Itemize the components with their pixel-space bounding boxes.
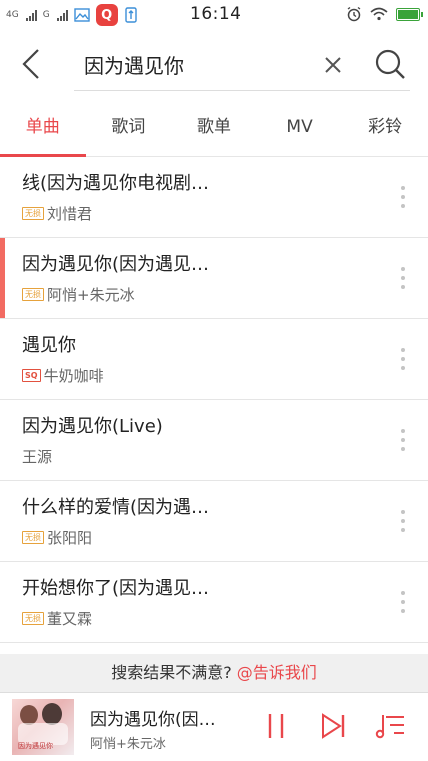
status-left: 4G G Q [6, 4, 138, 26]
song-row[interactable]: 因为遇见你(Live) 王源 [0, 400, 428, 481]
song-artist: 董又霖 [47, 610, 93, 628]
search-query[interactable]: 因为遇见你 [84, 50, 184, 79]
album-cover[interactable]: 因为遇见你 [12, 699, 74, 755]
now-playing-title: 因为遇见你(因… [90, 710, 216, 730]
cover-text: 因为遇见你 [18, 742, 53, 750]
sq-badge: SQ [22, 369, 41, 382]
more-dots-icon[interactable] [400, 429, 406, 451]
status-right [346, 6, 423, 22]
signal-icon-2 [56, 9, 68, 21]
tab-singles[interactable]: 单曲 [0, 102, 86, 157]
app-notification-icon: Q [95, 4, 118, 26]
more-dots-icon[interactable] [400, 591, 406, 613]
artist-line: 无损 阿悄+朱元冰 [22, 284, 135, 305]
clear-x-icon[interactable] [318, 50, 348, 80]
result-tabs: 单曲 歌词 歌单 MV 彩铃 [0, 102, 428, 157]
tab-ringtones[interactable]: 彩铃 [342, 102, 428, 156]
more-dots-icon[interactable] [400, 348, 406, 370]
feedback-prompt: 搜索结果不满意? [111, 663, 232, 682]
song-artist: 牛奶咖啡 [43, 367, 104, 385]
song-artist: 阿悄+朱元冰 [47, 286, 135, 304]
wifi-icon [370, 7, 388, 21]
song-title: 遇见你 [22, 335, 76, 356]
song-row[interactable]: 开始想你了(因为遇见… 无损 董又霖 [0, 562, 428, 643]
more-dots-icon[interactable] [400, 186, 406, 208]
lossless-badge: 无损 [22, 207, 44, 220]
lossless-badge: 无损 [22, 612, 44, 625]
song-row-playing[interactable]: 因为遇见你(因为遇见… 无损 阿悄+朱元冰 [0, 238, 428, 319]
song-artist: 张阳阳 [47, 529, 93, 547]
search-underline [74, 90, 410, 91]
tab-lyrics[interactable]: 歌词 [86, 102, 172, 156]
status-bar: 4G G Q 16:14 [0, 0, 428, 30]
artist-line: 无损 张阳阳 [22, 527, 92, 548]
song-row[interactable]: 线(因为遇见你电视剧… 无损 刘惜君 [0, 157, 428, 238]
feedback-link[interactable]: @告诉我们 [237, 663, 317, 682]
clock: 16:14 [190, 4, 242, 24]
lossless-badge: 无损 [22, 288, 44, 301]
song-title: 因为遇见你(因为遇见… [22, 254, 210, 275]
song-title: 线(因为遇见你电视剧… [22, 173, 210, 194]
artist-line: 王源 [22, 446, 52, 467]
mini-player[interactable]: 因为遇见你 因为遇见你(因… 阿悄+朱元冰 [0, 692, 428, 761]
usb-icon [124, 7, 137, 23]
more-dots-icon[interactable] [400, 267, 406, 289]
tab-mv[interactable]: MV [257, 102, 343, 156]
back-arrow-icon[interactable] [14, 44, 54, 84]
alarm-icon [347, 6, 361, 22]
song-list: 线(因为遇见你电视剧… 无损 刘惜君 因为遇见你(因为遇见… 无损 阿悄+朱元冰… [0, 157, 428, 643]
now-playing-artist: 阿悄+朱元冰 [90, 737, 166, 752]
search-header: 因为遇见你 [0, 30, 428, 102]
signal-icon [25, 9, 37, 21]
playlist-icon[interactable] [374, 709, 408, 743]
song-title: 开始想你了(因为遇见… [22, 578, 210, 599]
feedback-bar: 搜索结果不满意? @告诉我们 [0, 654, 428, 692]
song-artist: 刘惜君 [47, 205, 93, 223]
cover-figure [42, 703, 62, 725]
search-icon[interactable] [370, 44, 410, 84]
song-artist: 王源 [22, 448, 53, 466]
pause-icon[interactable] [262, 711, 290, 741]
network-type-1: 4G [6, 10, 19, 20]
song-row[interactable]: 什么样的爱情(因为遇… 无损 张阳阳 [0, 481, 428, 562]
more-dots-icon[interactable] [400, 510, 406, 532]
lossless-badge: 无损 [22, 531, 44, 544]
artist-line: 无损 刘惜君 [22, 203, 92, 224]
song-title: 什么样的爱情(因为遇… [22, 497, 210, 518]
gallery-icon [73, 8, 90, 22]
artist-line: SQ 牛奶咖啡 [22, 365, 104, 386]
network-type-2: G [42, 10, 50, 20]
song-title: 因为遇见你(Live) [22, 416, 163, 437]
song-row[interactable]: 遇见你 SQ 牛奶咖啡 [0, 319, 428, 400]
battery-icon [396, 7, 423, 21]
artist-line: 无损 董又霖 [22, 608, 92, 629]
cover-figure [20, 705, 38, 725]
next-icon[interactable] [318, 711, 348, 741]
tab-playlists[interactable]: 歌单 [171, 102, 257, 156]
